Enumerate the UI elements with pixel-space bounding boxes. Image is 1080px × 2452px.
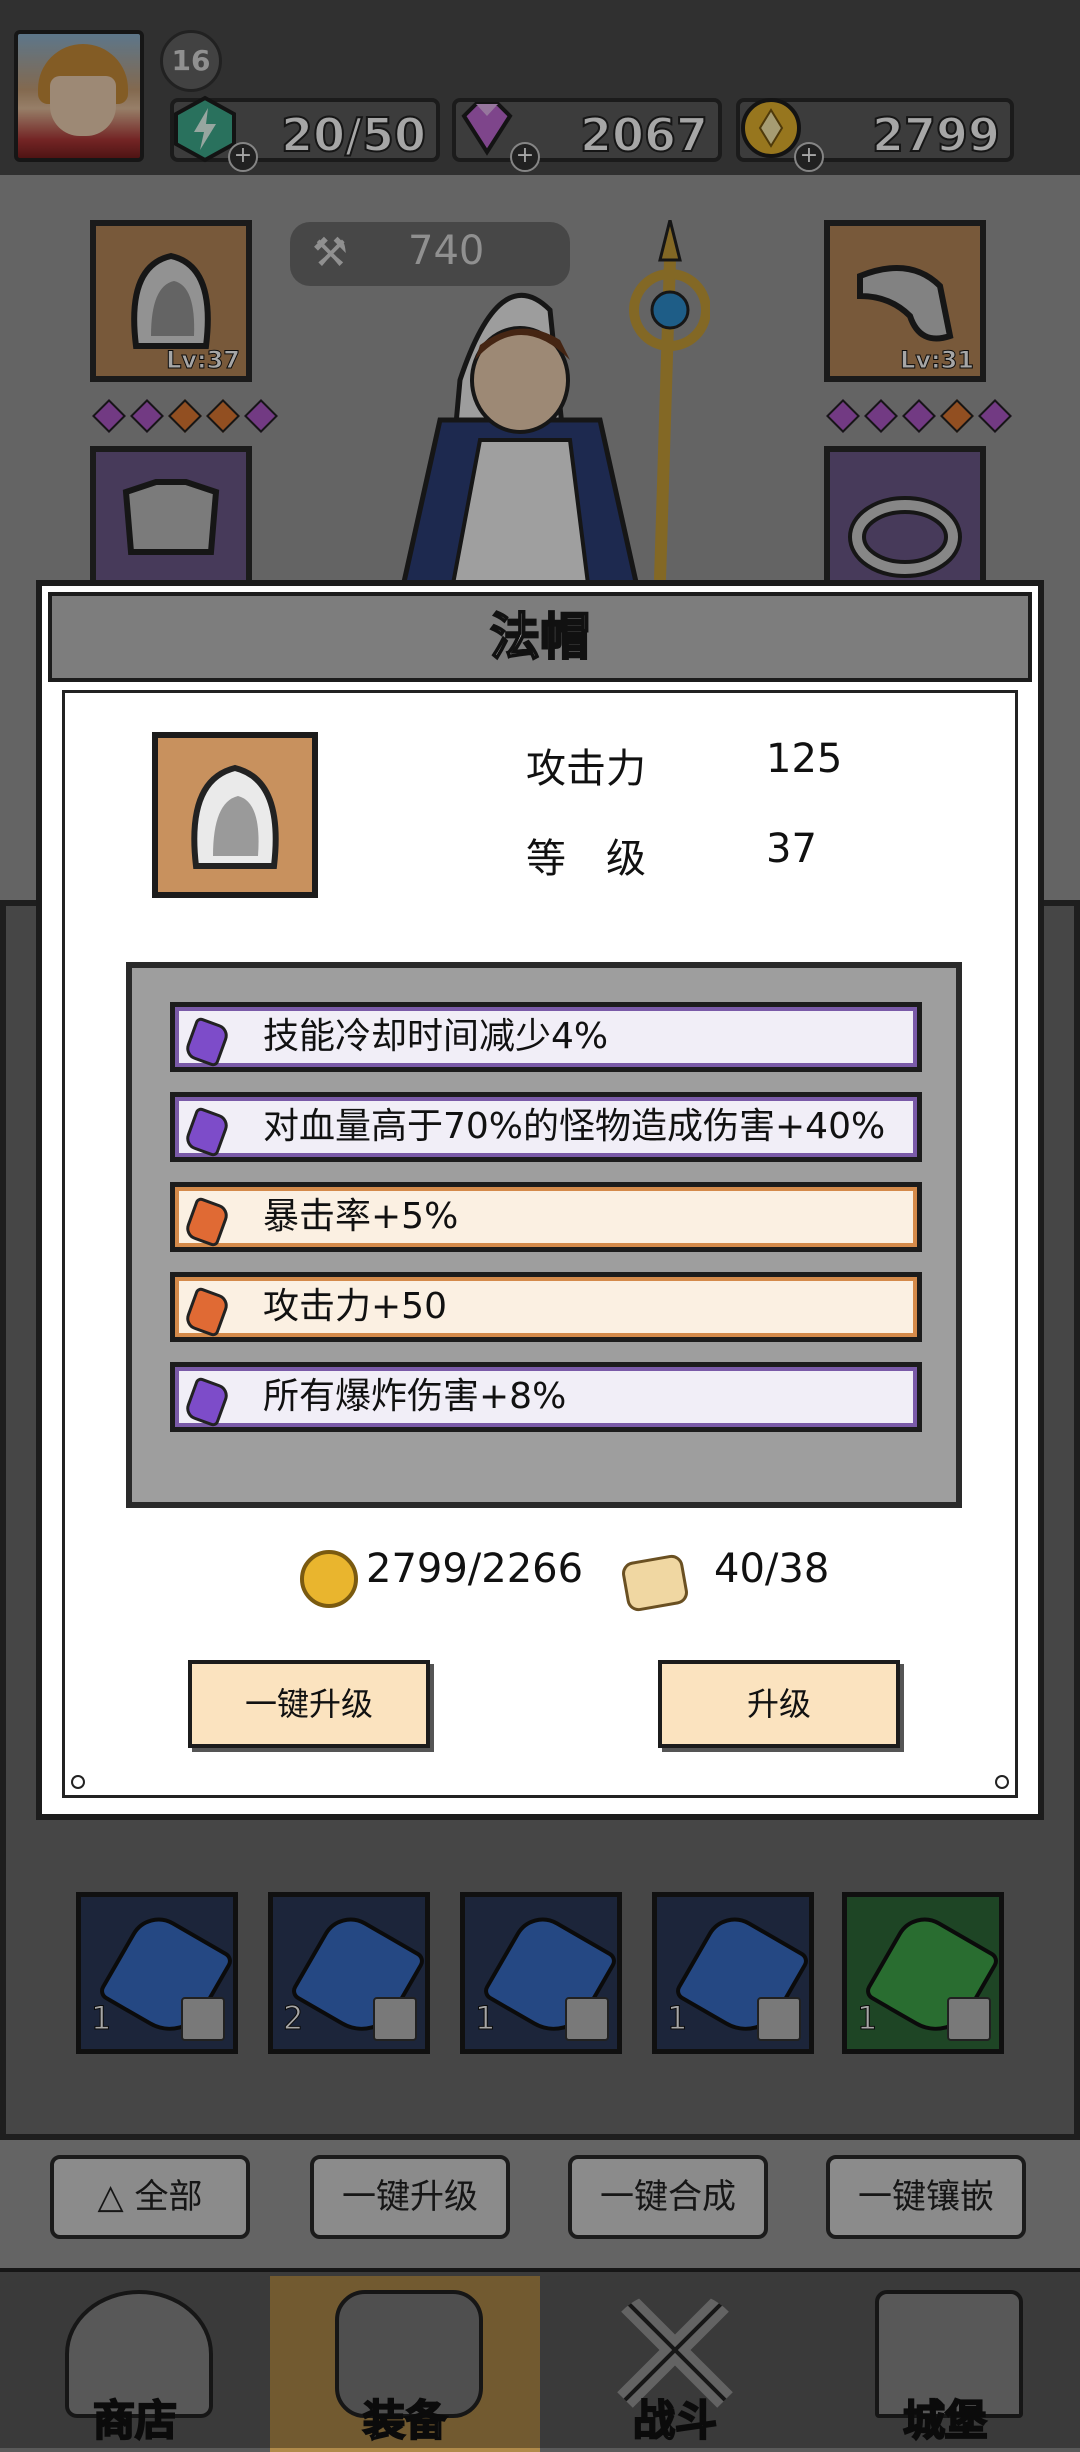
corner-rivet (71, 1775, 85, 1789)
stat-label: 攻击力 (526, 746, 646, 792)
item-detail-dialog: 法帽 攻击力 125 等 级 37 技能冷却时间减少4% 对血量高于70%的怪物… (36, 580, 1044, 1820)
corner-rivet (995, 1775, 1009, 1789)
purple-gem-icon (182, 1106, 232, 1158)
affix-row: 所有爆炸伤害+8% (170, 1362, 922, 1432)
purple-gem-icon (182, 1016, 232, 1068)
affix-text: 暴击率+5% (263, 1196, 459, 1237)
affix-row: 技能冷却时间减少4% (170, 1002, 922, 1072)
affix-panel: 技能冷却时间减少4% 对血量高于70%的怪物造成伤害+40% 暴击率+5% 攻击… (126, 962, 962, 1508)
affix-text: 所有爆炸伤害+8% (263, 1376, 567, 1417)
affix-text: 对血量高于70%的怪物造成伤害+40% (263, 1106, 886, 1147)
item-icon-frame (152, 732, 318, 898)
orange-gem-icon (182, 1286, 232, 1338)
scroll-cost: 40/38 (714, 1546, 830, 1592)
stat-value: 37 (766, 826, 817, 872)
gold-cost: 2799/2266 (366, 1546, 584, 1592)
hood-icon (191, 764, 279, 869)
scroll-icon (620, 1552, 690, 1614)
purple-gem-icon (182, 1376, 232, 1428)
affix-row: 攻击力+50 (170, 1272, 922, 1342)
orange-gem-icon (182, 1196, 232, 1248)
dialog-title: 法帽 (48, 592, 1032, 682)
gold-coin-icon (300, 1550, 358, 1608)
affix-text: 技能冷却时间减少4% (263, 1016, 609, 1057)
affix-text: 攻击力+50 (263, 1286, 447, 1327)
upgrade-all-button[interactable]: 一键升级 (188, 1660, 430, 1748)
affix-row: 对血量高于70%的怪物造成伤害+40% (170, 1092, 922, 1162)
stat-value: 125 (766, 736, 843, 782)
affix-row: 暴击率+5% (170, 1182, 922, 1252)
upgrade-button[interactable]: 升级 (658, 1660, 900, 1748)
stat-label: 等 级 (526, 836, 646, 882)
